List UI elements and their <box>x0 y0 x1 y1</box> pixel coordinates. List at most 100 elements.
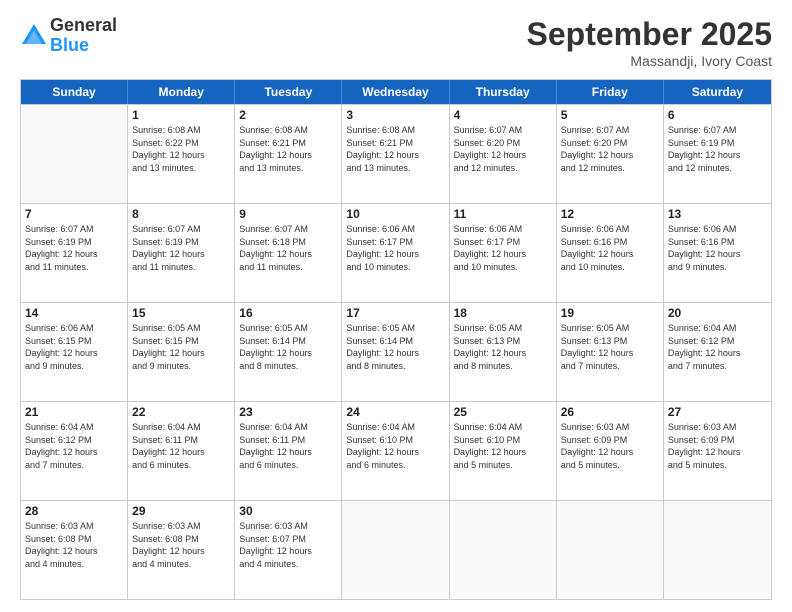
calendar-row-2: 7 Sunrise: 6:07 AM Sunset: 6:19 PM Daylig… <box>21 204 771 303</box>
calendar-row-1: 1 Sunrise: 6:08 AM Sunset: 6:22 PM Daylig… <box>21 105 771 204</box>
day-number: 4 <box>454 108 552 122</box>
cell-info: Sunrise: 6:04 AM Sunset: 6:12 PM Dayligh… <box>25 421 123 471</box>
cell-info: Sunrise: 6:03 AM Sunset: 6:08 PM Dayligh… <box>132 520 230 570</box>
cell-info: Sunrise: 6:07 AM Sunset: 6:19 PM Dayligh… <box>25 223 123 273</box>
calendar-header: SundayMondayTuesdayWednesdayThursdayFrid… <box>20 79 772 105</box>
day-number: 23 <box>239 405 337 419</box>
day-number: 16 <box>239 306 337 320</box>
day-number: 20 <box>668 306 767 320</box>
calendar-cell: 18 Sunrise: 6:05 AM Sunset: 6:13 PM Dayli… <box>450 303 557 401</box>
calendar-cell: 7 Sunrise: 6:07 AM Sunset: 6:19 PM Daylig… <box>21 204 128 302</box>
calendar-cell: 19 Sunrise: 6:05 AM Sunset: 6:13 PM Dayli… <box>557 303 664 401</box>
cell-info: Sunrise: 6:04 AM Sunset: 6:11 PM Dayligh… <box>239 421 337 471</box>
calendar-cell: 10 Sunrise: 6:06 AM Sunset: 6:17 PM Dayli… <box>342 204 449 302</box>
day-number: 10 <box>346 207 444 221</box>
header-day-thursday: Thursday <box>450 80 557 104</box>
day-number: 21 <box>25 405 123 419</box>
day-number: 22 <box>132 405 230 419</box>
day-number: 19 <box>561 306 659 320</box>
header-day-saturday: Saturday <box>664 80 771 104</box>
calendar-cell: 6 Sunrise: 6:07 AM Sunset: 6:19 PM Daylig… <box>664 105 771 203</box>
cell-info: Sunrise: 6:03 AM Sunset: 6:09 PM Dayligh… <box>561 421 659 471</box>
logo-icon <box>20 22 48 50</box>
calendar-cell: 24 Sunrise: 6:04 AM Sunset: 6:10 PM Dayli… <box>342 402 449 500</box>
calendar-cell: 20 Sunrise: 6:04 AM Sunset: 6:12 PM Dayli… <box>664 303 771 401</box>
cell-info: Sunrise: 6:04 AM Sunset: 6:12 PM Dayligh… <box>668 322 767 372</box>
day-number: 7 <box>25 207 123 221</box>
day-number: 6 <box>668 108 767 122</box>
day-number: 8 <box>132 207 230 221</box>
cell-info: Sunrise: 6:05 AM Sunset: 6:14 PM Dayligh… <box>239 322 337 372</box>
day-number: 13 <box>668 207 767 221</box>
calendar-cell: 11 Sunrise: 6:06 AM Sunset: 6:17 PM Dayli… <box>450 204 557 302</box>
logo-blue-text: Blue <box>50 35 89 55</box>
cell-info: Sunrise: 6:06 AM Sunset: 6:16 PM Dayligh… <box>668 223 767 273</box>
page: General Blue September 2025 Massandji, I… <box>0 0 792 612</box>
calendar-cell: 22Sunrise: 6:04 AM Sunset: 6:11 PM Dayli… <box>128 402 235 500</box>
calendar-row-3: 14 Sunrise: 6:06 AM Sunset: 6:15 PM Dayli… <box>21 303 771 402</box>
cell-info: Sunrise: 6:04 AM Sunset: 6:10 PM Dayligh… <box>454 421 552 471</box>
cell-info: Sunrise: 6:03 AM Sunset: 6:09 PM Dayligh… <box>668 421 767 471</box>
logo-general-text: General <box>50 15 117 35</box>
calendar-cell: 28 Sunrise: 6:03 AM Sunset: 6:08 PM Dayli… <box>21 501 128 599</box>
calendar-cell: 17Sunrise: 6:05 AM Sunset: 6:14 PM Dayli… <box>342 303 449 401</box>
calendar-cell <box>557 501 664 599</box>
calendar-cell: 13 Sunrise: 6:06 AM Sunset: 6:16 PM Dayli… <box>664 204 771 302</box>
location: Massandji, Ivory Coast <box>527 53 772 69</box>
cell-info: Sunrise: 6:08 AM Sunset: 6:22 PM Dayligh… <box>132 124 230 174</box>
calendar-cell <box>21 105 128 203</box>
day-number: 29 <box>132 504 230 518</box>
calendar-cell: 5Sunrise: 6:07 AM Sunset: 6:20 PM Daylig… <box>557 105 664 203</box>
day-number: 27 <box>668 405 767 419</box>
calendar-cell <box>450 501 557 599</box>
day-number: 25 <box>454 405 552 419</box>
title-block: September 2025 Massandji, Ivory Coast <box>527 16 772 69</box>
header-day-wednesday: Wednesday <box>342 80 449 104</box>
cell-info: Sunrise: 6:07 AM Sunset: 6:19 PM Dayligh… <box>132 223 230 273</box>
logo-text: General Blue <box>50 16 117 56</box>
calendar: SundayMondayTuesdayWednesdayThursdayFrid… <box>20 79 772 600</box>
calendar-cell: 8 Sunrise: 6:07 AM Sunset: 6:19 PM Daylig… <box>128 204 235 302</box>
calendar-cell: 25 Sunrise: 6:04 AM Sunset: 6:10 PM Dayli… <box>450 402 557 500</box>
day-number: 11 <box>454 207 552 221</box>
header-day-sunday: Sunday <box>21 80 128 104</box>
day-number: 15 <box>132 306 230 320</box>
calendar-cell: 21 Sunrise: 6:04 AM Sunset: 6:12 PM Dayli… <box>21 402 128 500</box>
calendar-row-4: 21 Sunrise: 6:04 AM Sunset: 6:12 PM Dayli… <box>21 402 771 501</box>
header-day-tuesday: Tuesday <box>235 80 342 104</box>
cell-info: Sunrise: 6:05 AM Sunset: 6:13 PM Dayligh… <box>561 322 659 372</box>
day-number: 30 <box>239 504 337 518</box>
calendar-cell: 29 Sunrise: 6:03 AM Sunset: 6:08 PM Dayli… <box>128 501 235 599</box>
day-number: 14 <box>25 306 123 320</box>
calendar-cell: 2Sunrise: 6:08 AM Sunset: 6:21 PM Daylig… <box>235 105 342 203</box>
day-number: 1 <box>132 108 230 122</box>
day-number: 26 <box>561 405 659 419</box>
cell-info: Sunrise: 6:07 AM Sunset: 6:20 PM Dayligh… <box>454 124 552 174</box>
header-day-friday: Friday <box>557 80 664 104</box>
cell-info: Sunrise: 6:06 AM Sunset: 6:15 PM Dayligh… <box>25 322 123 372</box>
cell-info: Sunrise: 6:04 AM Sunset: 6:10 PM Dayligh… <box>346 421 444 471</box>
cell-info: Sunrise: 6:06 AM Sunset: 6:17 PM Dayligh… <box>346 223 444 273</box>
calendar-cell: 30Sunrise: 6:03 AM Sunset: 6:07 PM Dayli… <box>235 501 342 599</box>
cell-info: Sunrise: 6:05 AM Sunset: 6:14 PM Dayligh… <box>346 322 444 372</box>
cell-info: Sunrise: 6:05 AM Sunset: 6:13 PM Dayligh… <box>454 322 552 372</box>
day-number: 24 <box>346 405 444 419</box>
day-number: 28 <box>25 504 123 518</box>
cell-info: Sunrise: 6:06 AM Sunset: 6:16 PM Dayligh… <box>561 223 659 273</box>
cell-info: Sunrise: 6:08 AM Sunset: 6:21 PM Dayligh… <box>346 124 444 174</box>
cell-info: Sunrise: 6:07 AM Sunset: 6:19 PM Dayligh… <box>668 124 767 174</box>
day-number: 18 <box>454 306 552 320</box>
day-number: 12 <box>561 207 659 221</box>
calendar-cell <box>342 501 449 599</box>
calendar-body: 1 Sunrise: 6:08 AM Sunset: 6:22 PM Daylig… <box>20 105 772 600</box>
calendar-cell: 14 Sunrise: 6:06 AM Sunset: 6:15 PM Dayli… <box>21 303 128 401</box>
cell-info: Sunrise: 6:06 AM Sunset: 6:17 PM Dayligh… <box>454 223 552 273</box>
cell-info: Sunrise: 6:07 AM Sunset: 6:20 PM Dayligh… <box>561 124 659 174</box>
cell-info: Sunrise: 6:08 AM Sunset: 6:21 PM Dayligh… <box>239 124 337 174</box>
header-day-monday: Monday <box>128 80 235 104</box>
cell-info: Sunrise: 6:03 AM Sunset: 6:08 PM Dayligh… <box>25 520 123 570</box>
calendar-cell: 15Sunrise: 6:05 AM Sunset: 6:15 PM Dayli… <box>128 303 235 401</box>
calendar-cell: 9Sunrise: 6:07 AM Sunset: 6:18 PM Daylig… <box>235 204 342 302</box>
calendar-cell: 26 Sunrise: 6:03 AM Sunset: 6:09 PM Dayli… <box>557 402 664 500</box>
cell-info: Sunrise: 6:07 AM Sunset: 6:18 PM Dayligh… <box>239 223 337 273</box>
